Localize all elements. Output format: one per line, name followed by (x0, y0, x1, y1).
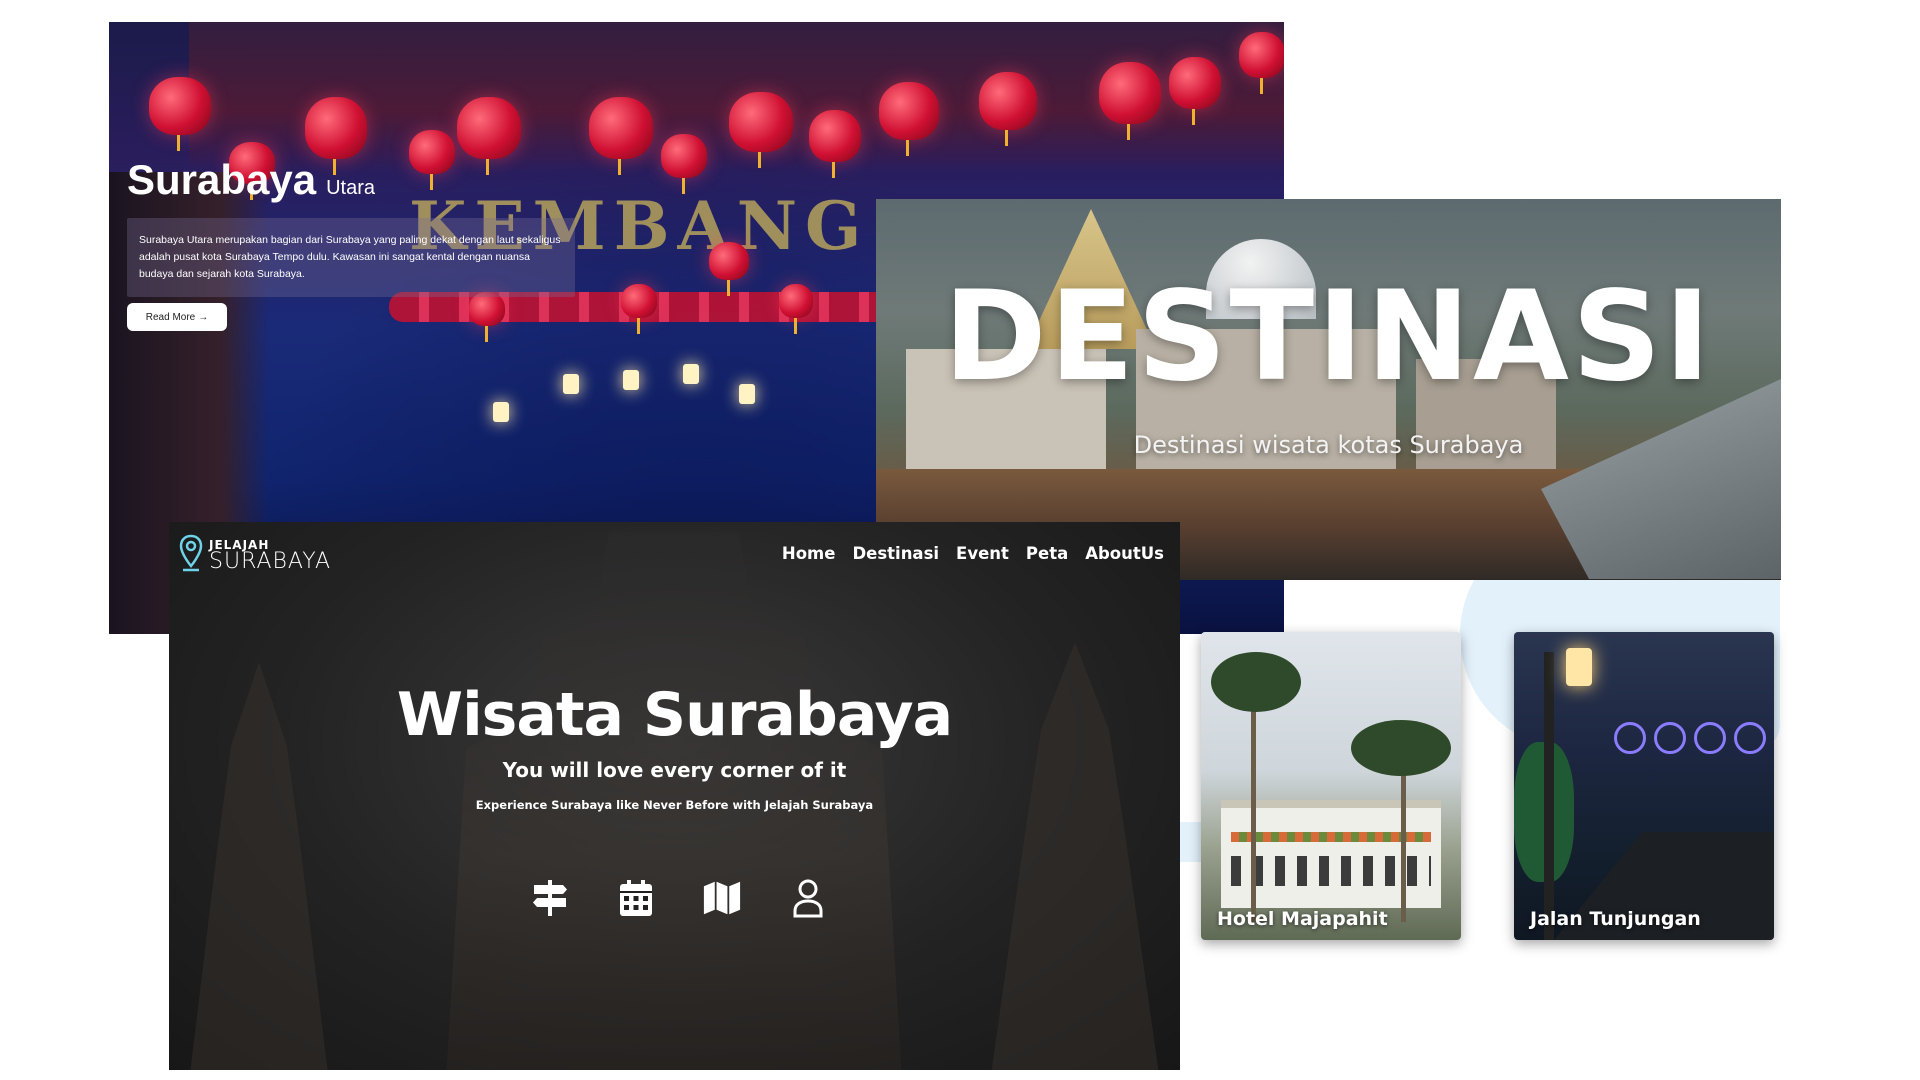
street-lamp (493, 402, 509, 422)
palm-tree (1401, 752, 1406, 922)
utara-title-sub: Utara (326, 177, 376, 199)
utara-title: Surabaya Utara (127, 156, 375, 204)
card-label: Hotel Majapahit (1217, 908, 1388, 930)
nav-aboutus[interactable]: AboutUs (1085, 544, 1164, 563)
nav-peta[interactable]: Peta (1026, 544, 1068, 563)
destinasi-subtitle: Destinasi wisata kotas Surabaya (1133, 431, 1524, 459)
lantern (1169, 57, 1221, 125)
card-label: Jalan Tunjungan (1530, 908, 1701, 930)
logo-text-bottom: SURABAYA (209, 549, 332, 574)
lantern (1239, 32, 1284, 94)
lantern (1099, 62, 1161, 140)
street-lamp (739, 384, 755, 404)
utara-description: Surabaya Utara merupakan bagian dari Sur… (127, 218, 575, 297)
calendar-icon[interactable] (617, 878, 655, 918)
arrow-right-icon: → (198, 311, 209, 323)
nav-destinasi[interactable]: Destinasi (852, 544, 939, 563)
hero-subtitle: You will love every corner of it (502, 758, 847, 782)
map-icon[interactable] (703, 878, 741, 918)
street-lamp (683, 364, 699, 384)
lantern (149, 77, 211, 151)
utara-title-main: Surabaya (127, 156, 317, 203)
street-lamp (563, 374, 579, 394)
lantern (457, 97, 521, 175)
lantern (469, 292, 505, 342)
lantern (709, 242, 749, 296)
lantern (979, 72, 1037, 146)
street-decoration (1654, 722, 1686, 754)
palm-leaves (1351, 720, 1451, 776)
lantern (809, 110, 861, 178)
bridge (1541, 379, 1781, 579)
signpost-icon[interactable] (531, 878, 569, 918)
read-more-button[interactable]: Read More → (127, 303, 227, 331)
site-logo[interactable]: JELAJAH SURABAYA (179, 534, 331, 578)
main-nav: Home Destinasi Event Peta AboutUs (782, 544, 1164, 563)
nav-event[interactable]: Event (956, 544, 1009, 563)
street-decoration (1734, 722, 1766, 754)
palm-tree (1251, 692, 1256, 922)
lamp-post (1544, 652, 1554, 940)
hero-title: Wisata Surabaya (396, 680, 953, 750)
lantern (589, 97, 653, 175)
lantern (879, 82, 939, 156)
destination-card-jalan-tunjungan[interactable]: Jalan Tunjungan (1514, 632, 1774, 940)
nav-home[interactable]: Home (782, 544, 836, 563)
lantern (779, 284, 813, 334)
lantern (661, 134, 707, 194)
destinasi-headline: DESTINASI (943, 265, 1714, 409)
hero-tagline: Experience Surabaya like Never Before wi… (475, 798, 874, 812)
lantern (621, 284, 657, 334)
palm-leaves (1211, 652, 1301, 712)
lamp-light (1566, 648, 1592, 686)
feature-icons (531, 878, 827, 918)
user-icon[interactable] (789, 878, 827, 918)
lantern (409, 130, 455, 190)
location-pin-icon (179, 534, 203, 578)
destination-card-hotel-majapahit[interactable]: Hotel Majapahit (1201, 632, 1461, 940)
read-more-label: Read More (145, 311, 196, 323)
street-decoration (1694, 722, 1726, 754)
street-decoration (1614, 722, 1646, 754)
wisata-surabaya-panel: JELAJAH SURABAYA Home Destinasi Event Pe… (169, 522, 1180, 1070)
lantern (729, 92, 793, 168)
lantern (305, 97, 367, 175)
street-lamp (623, 370, 639, 390)
